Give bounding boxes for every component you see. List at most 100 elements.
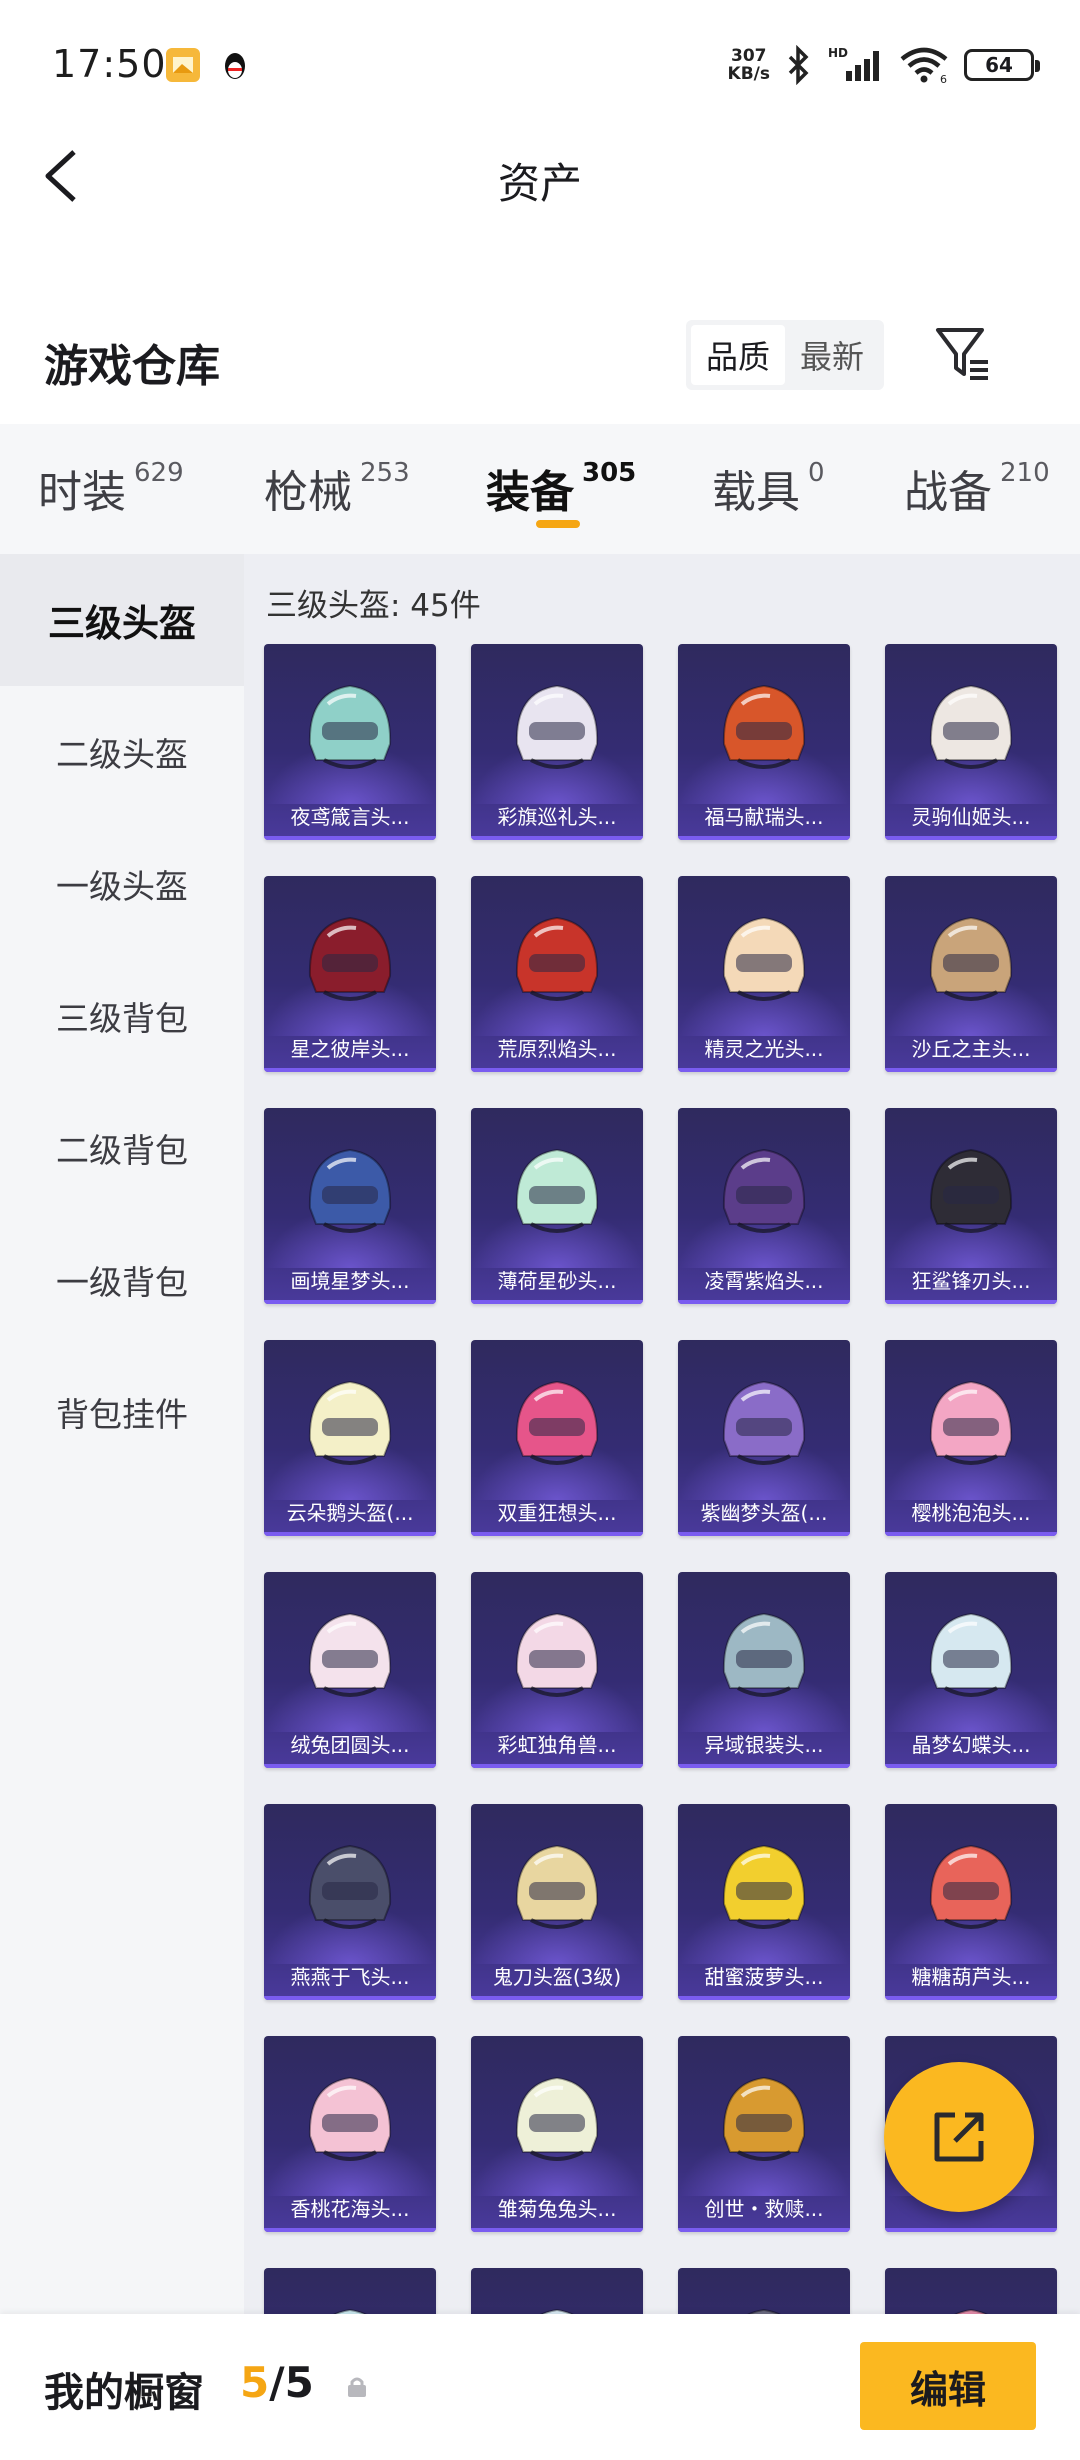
- net-speed: 307 KB/s: [727, 46, 770, 84]
- item-name: 薄荷星砂头...: [497, 1269, 617, 1293]
- item-card[interactable]: 鬼刀头盔(3级): [471, 1804, 643, 2000]
- item-panel: 三级头盔: 45件 夜鸢箴言头... 彩旗巡礼头... 福马献瑞头... 灵驹仙姬头.…: [244, 554, 1080, 2314]
- item-name: 荒原烈焰头...: [497, 1037, 617, 1061]
- item-card[interactable]: 精灵之光头...: [678, 876, 850, 1072]
- card-rarity-stripe: [471, 1068, 643, 1072]
- card-rarity-stripe: [264, 1764, 436, 1768]
- card-rarity-stripe: [678, 1068, 850, 1072]
- card-rarity-stripe: [264, 836, 436, 840]
- helmet-icon: [540, 2308, 574, 2314]
- svg-text:6: 6: [940, 73, 947, 85]
- item-name: 福马献瑞头...: [704, 805, 824, 829]
- item-card[interactable]: 福马献瑞头...: [678, 644, 850, 840]
- tab-vehicles[interactable]: 载具 0: [712, 456, 825, 520]
- item-card[interactable]: 云朵鹅头盔(...: [264, 1340, 436, 1536]
- sidebar-item-backpack-charm[interactable]: 背包挂件: [0, 1346, 244, 1478]
- helmet-icon: [722, 1844, 806, 1929]
- item-card[interactable]: 沙丘之主头...: [885, 876, 1057, 1072]
- tab-guns[interactable]: 枪械 253: [264, 456, 410, 520]
- item-card[interactable]: 异域银装头...: [678, 1572, 850, 1768]
- item-card[interactable]: 创世・救赎...: [678, 2036, 850, 2232]
- helmet-icon: [515, 916, 599, 1001]
- item-name: 灵驹仙姬头...: [911, 805, 1031, 829]
- item-card[interactable]: 糖糖葫芦头...: [885, 1804, 1057, 2000]
- helmet-icon: [515, 1612, 599, 1697]
- tab-combat-gear[interactable]: 战备 210: [904, 456, 1050, 520]
- item-name: 樱桃泡泡头...: [911, 1501, 1031, 1525]
- item-card[interactable]: [471, 2268, 643, 2314]
- svg-text:HD: HD: [828, 46, 848, 60]
- card-rarity-stripe: [471, 2228, 643, 2232]
- item-name: 精灵之光头...: [704, 1037, 824, 1061]
- active-tab-indicator: [536, 520, 580, 528]
- warehouse-title: 游戏仓库: [44, 341, 220, 392]
- filter-button[interactable]: [932, 322, 996, 386]
- item-card[interactable]: 狂鲨锋刃头...: [885, 1108, 1057, 1304]
- card-rarity-stripe: [885, 1068, 1057, 1072]
- item-name: 双重狂想头...: [497, 1501, 617, 1525]
- item-card[interactable]: 雏菊兔兔头...: [471, 2036, 643, 2232]
- card-rarity-stripe: [885, 1764, 1057, 1768]
- item-card[interactable]: 燕燕于飞头...: [264, 1804, 436, 2000]
- item-card[interactable]: [885, 2268, 1057, 2314]
- item-card[interactable]: 星之彼岸头...: [264, 876, 436, 1072]
- item-card[interactable]: 甜蜜菠萝头...: [678, 1804, 850, 2000]
- share-icon: [934, 2112, 984, 2162]
- item-card[interactable]: 画境星梦头...: [264, 1108, 436, 1304]
- item-name: 创世・救赎...: [704, 2197, 824, 2221]
- sidebar-item-level1-backpack[interactable]: 一级背包: [0, 1214, 244, 1346]
- card-rarity-stripe: [678, 836, 850, 840]
- sidebar-item-level2-helmet[interactable]: 二级头盔: [0, 686, 244, 818]
- item-name: 香桃花海头...: [290, 2197, 410, 2221]
- item-name: 异域银装头...: [704, 1733, 824, 1757]
- page-title: 资产: [497, 159, 582, 208]
- sidebar-item-level3-backpack[interactable]: 三级背包: [0, 950, 244, 1082]
- hd-signal-icon: HD: [828, 46, 879, 81]
- item-card[interactable]: 双重狂想头...: [471, 1340, 643, 1536]
- item-card[interactable]: 彩虹独角兽...: [471, 1572, 643, 1768]
- tab-equipment[interactable]: 装备 305: [486, 456, 636, 520]
- tab-fashion[interactable]: 时装 629: [38, 456, 184, 520]
- card-rarity-stripe: [678, 1532, 850, 1536]
- item-card[interactable]: 绒兔团圆头...: [264, 1572, 436, 1768]
- sidebar-item-level3-helmet[interactable]: 三级头盔: [0, 554, 244, 686]
- sidebar-item-level1-helmet[interactable]: 一级头盔: [0, 818, 244, 950]
- helmet-icon: [929, 916, 1013, 1001]
- item-card[interactable]: 樱桃泡泡头...: [885, 1340, 1057, 1536]
- edit-button[interactable]: 编辑: [860, 2342, 1036, 2430]
- card-rarity-stripe: [471, 1764, 643, 1768]
- item-name: 夜鸢箴言头...: [290, 805, 410, 829]
- item-card[interactable]: [264, 2268, 436, 2314]
- item-card[interactable]: 香桃花海头...: [264, 2036, 436, 2232]
- item-card[interactable]: 夜鸢箴言头...: [264, 644, 436, 840]
- card-rarity-stripe: [678, 1764, 850, 1768]
- item-card[interactable]: 荒原烈焰头...: [471, 876, 643, 1072]
- sort-quality-button[interactable]: 品质: [691, 325, 785, 385]
- sort-newest-button[interactable]: 最新: [785, 325, 879, 385]
- share-button[interactable]: [884, 2062, 1034, 2212]
- item-name: 甜蜜菠萝头...: [704, 1965, 824, 1989]
- card-rarity-stripe: [264, 1068, 436, 1072]
- item-name: 狂鲨锋刃头...: [911, 1269, 1031, 1293]
- sidebar: 三级头盔 二级头盔 一级头盔 三级背包 二级背包 一级背包 背包挂件: [0, 554, 244, 2314]
- helmet-icon: [308, 1380, 392, 1465]
- helmet-icon: [308, 2076, 392, 2161]
- item-card[interactable]: 灵驹仙姬头...: [885, 644, 1057, 840]
- item-card[interactable]: 凌霄紫焰头...: [678, 1108, 850, 1304]
- item-name: 凌霄紫焰头...: [704, 1269, 824, 1293]
- sidebar-item-level2-backpack[interactable]: 二级背包: [0, 1082, 244, 1214]
- helmet-icon: [333, 2308, 367, 2314]
- item-card[interactable]: 薄荷星砂头...: [471, 1108, 643, 1304]
- helmet-icon: [308, 1612, 392, 1697]
- item-name: 糖糖葫芦头...: [911, 1965, 1031, 1989]
- card-rarity-stripe: [471, 1300, 643, 1304]
- helmet-icon: [722, 1612, 806, 1697]
- item-card[interactable]: 紫幽梦头盔(...: [678, 1340, 850, 1536]
- status-time: 17:50: [52, 42, 167, 86]
- item-card[interactable]: 晶梦幻蝶头...: [885, 1572, 1057, 1768]
- card-rarity-stripe: [678, 1300, 850, 1304]
- item-card[interactable]: [678, 2268, 850, 2314]
- item-card[interactable]: 彩旗巡礼头...: [471, 644, 643, 840]
- card-rarity-stripe: [885, 1996, 1057, 2000]
- card-rarity-stripe: [471, 1996, 643, 2000]
